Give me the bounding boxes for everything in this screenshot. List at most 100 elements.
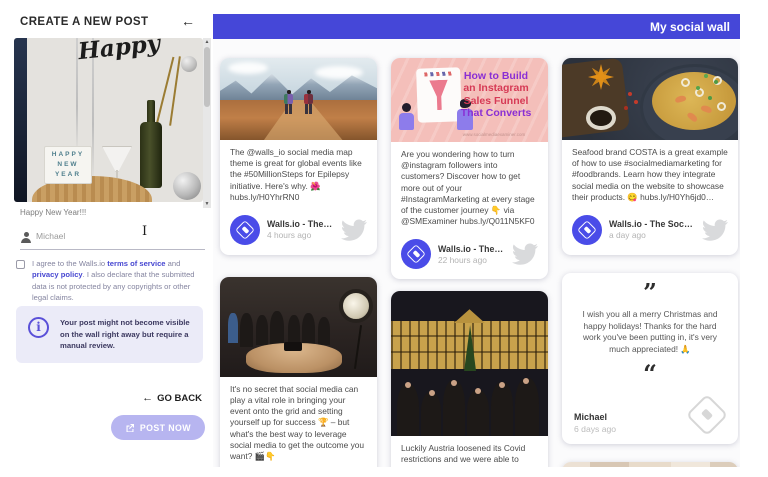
post-meta: Walls.io - The Socia... 4 hours ago — [267, 219, 334, 240]
post-text: Seafood brand COSTA is a great example o… — [562, 140, 738, 211]
page-title: CREATE A NEW POST — [20, 16, 148, 28]
person-silhouette — [397, 384, 419, 436]
wall-title: My social wall — [650, 20, 730, 34]
post-card-seafood[interactable]: Seafood brand COSTA is a great example o… — [562, 58, 738, 255]
lightbox-line: NEW — [45, 160, 91, 170]
graphic-title-line: Sales Funnel — [448, 95, 544, 107]
post-card-palace[interactable]: Luckily Austria loosened its Covid restr… — [391, 291, 548, 467]
person-silhouette — [467, 390, 489, 436]
post-footer: Walls.io - The Socia... a day ago — [562, 211, 738, 255]
scroll-up-icon[interactable]: ▲ — [203, 39, 211, 45]
post-text: Luckily Austria loosened its Covid restr… — [391, 436, 548, 467]
person-silhouette — [318, 317, 330, 345]
person-silhouette — [443, 380, 465, 436]
squid-ring — [717, 102, 726, 111]
hiker-figure — [284, 90, 293, 114]
privacy-policy-link[interactable]: privacy policy — [32, 270, 83, 279]
info-icon: i — [28, 317, 49, 338]
post-footer: Walls.io - The Socia... 4 hours ago — [220, 211, 377, 255]
feed-column-1: The @walls_io social media map theme is … — [220, 58, 377, 467]
martini-glass — [102, 146, 132, 172]
post-author: Walls.io - The Socia... — [609, 219, 695, 229]
lightbox-line: HAPPY — [45, 150, 91, 160]
figure-body — [399, 113, 414, 130]
hiker-head — [287, 90, 291, 94]
photo-dark-strip — [14, 38, 27, 202]
event-photo — [220, 277, 377, 377]
go-back-label: GO BACK — [157, 393, 202, 404]
social-wall-feed[interactable]: The @walls_io social media map theme is … — [213, 39, 740, 467]
feed-column-2: How to Build an Instagram Sales Funnel T… — [391, 58, 548, 467]
disco-ball — [173, 172, 201, 200]
twitter-icon — [341, 219, 367, 241]
squid-ring — [713, 76, 722, 85]
wallsio-avatar — [401, 239, 431, 269]
back-arrow-icon[interactable]: ← — [181, 13, 195, 29]
post-text: Are you wondering how to turn @instagram… — [391, 142, 548, 235]
happy-script-text: Happy — [77, 38, 162, 65]
palace-photo — [391, 291, 548, 436]
graphic-title-line: How to Build — [448, 70, 544, 82]
post-card-partial[interactable] — [562, 462, 738, 467]
post-now-button[interactable]: POST NOW — [111, 415, 205, 440]
back-arrow-icon: ← — [142, 392, 153, 404]
person-silhouette — [256, 315, 268, 345]
graphic-site-url: www.socialmediaexaminer.com — [454, 132, 534, 137]
share-icon — [125, 423, 135, 433]
hikers-photo — [220, 58, 377, 140]
equipment-box — [284, 342, 302, 351]
herb-dots — [704, 74, 708, 78]
hiker-torso — [304, 94, 313, 104]
funnel-graphic: How to Build an Instagram Sales Funnel T… — [391, 58, 548, 142]
review-notice-box: i Your post might not become visible on … — [16, 306, 203, 363]
hiker-head — [307, 90, 311, 94]
post-card-quote[interactable]: ” I wish you all a merry Christmas and h… — [562, 273, 738, 444]
lightbox-line: YEAR — [45, 170, 91, 180]
consent-part: I agree to the Walls.io — [32, 259, 107, 268]
chili-dots — [628, 92, 632, 96]
figure-head — [402, 103, 411, 112]
illustration-figure — [399, 103, 414, 130]
scroll-down-icon[interactable]: ▼ — [203, 201, 211, 207]
post-card-event[interactable]: It's no secret that social media can pla… — [220, 277, 377, 467]
person-silhouette — [240, 313, 253, 347]
consent-checkbox[interactable] — [16, 260, 25, 269]
post-author: Michael — [574, 412, 688, 422]
palace-pediment — [454, 309, 485, 323]
post-text: It's no secret that social media can pla… — [220, 377, 377, 467]
graphic-title-line: an Instagram — [448, 82, 544, 94]
wallsio-avatar — [230, 215, 260, 245]
post-time: 6 days ago — [574, 424, 688, 434]
go-back-button[interactable]: ← GO BACK — [142, 392, 202, 404]
quote-open-icon: ” — [574, 281, 726, 305]
quote-text: I wish you all a merry Christmas and hap… — [578, 309, 722, 356]
graphic-title: How to Build an Instagram Sales Funnel T… — [448, 70, 544, 120]
person-silhouette — [302, 313, 315, 347]
cloud-shape — [315, 66, 363, 79]
terms-of-service-link[interactable]: terms of service — [107, 259, 165, 268]
lightbox-sign: HAPPY NEW YEAR — [44, 146, 92, 184]
champagne-bottle — [140, 122, 162, 188]
person-silhouette — [491, 382, 513, 436]
twitter-icon — [702, 219, 728, 241]
post-card-hikers[interactable]: The @walls_io social media map theme is … — [220, 58, 377, 255]
person-silhouette — [288, 315, 300, 345]
name-input[interactable] — [36, 231, 186, 241]
app-root: CREATE A NEW POST ← Happy HAPPY NEW YEAR… — [0, 0, 768, 477]
pepper-spoon — [586, 106, 616, 130]
post-card-funnel[interactable]: How to Build an Instagram Sales Funnel T… — [391, 58, 548, 279]
wallsio-avatar — [572, 215, 602, 245]
post-image-preview[interactable]: Happy HAPPY NEW YEAR — [14, 38, 203, 202]
person-silhouette-blue — [228, 313, 238, 343]
wallsio-gray-logo-icon — [688, 396, 726, 434]
image-scrollbar[interactable]: ▲ ▼ — [203, 38, 211, 208]
feed-column-3: Seafood brand COSTA is a great example o… — [562, 58, 738, 467]
name-field-row — [20, 228, 205, 250]
text-cursor-icon: I — [142, 224, 147, 239]
crowd-group — [391, 374, 548, 436]
scrollbar-thumb[interactable] — [204, 47, 210, 107]
post-message-text[interactable]: Happy New Year!!! — [20, 208, 86, 217]
post-author: Walls.io - The Socia... — [267, 219, 334, 229]
graphic-title-line: That Converts — [448, 107, 544, 119]
post-footer: Michael 6 days ago — [574, 396, 726, 434]
